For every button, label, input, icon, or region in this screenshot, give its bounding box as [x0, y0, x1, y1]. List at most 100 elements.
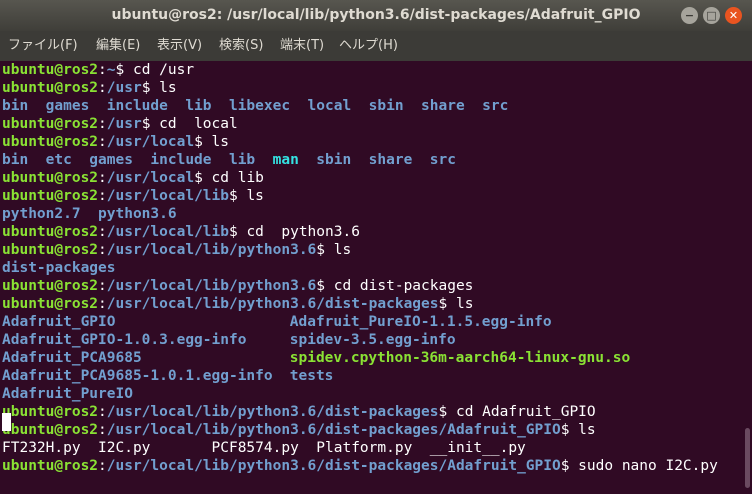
terminal-text: bin etc games include lib [2, 152, 273, 168]
terminal-text: /usr [106, 80, 142, 96]
terminal-text: $ ls [194, 134, 229, 150]
terminal-line: bin etc games include lib man sbin share… [2, 151, 456, 169]
terminal-line: bin games include lib libexec local sbin… [2, 97, 508, 115]
terminal-text: /usr [106, 116, 142, 132]
terminal-line: ubuntu@ros2:/usr/local$ cd lib [2, 169, 264, 187]
terminal-line: Adafruit_GPIO Adafruit_PureIO-1.1.5.egg-i… [2, 313, 552, 331]
terminal-text: : [98, 458, 107, 474]
terminal-line: python2.7 python3.6 [2, 205, 177, 223]
terminal-text: : [98, 188, 107, 204]
terminal-text: $ cd python3.6 [228, 224, 360, 240]
terminal-text: : [98, 224, 107, 240]
terminal-text: /usr/local [106, 170, 195, 186]
terminal-text: /usr/local/lib/python3.6/dist-packages/A… [106, 422, 561, 438]
terminal-text: /usr/local/lib/python3.6 [106, 278, 317, 294]
terminal-line: ubuntu@ros2:/usr/local/lib$ cd python3.6 [2, 223, 360, 241]
menu-edit[interactable]: 編集(E) [96, 31, 140, 61]
terminal-text: : [98, 404, 107, 420]
terminal-text: spidev-3.5.egg-info [289, 332, 456, 348]
terminal-line: ubuntu@ros2:/usr$ ls [2, 79, 177, 97]
terminal-line: ubuntu@ros2:/usr/local/lib/python3.6/dis… [2, 403, 596, 421]
terminal-text: dist-packages [2, 260, 116, 276]
terminal-line: Adafruit_PCA9685 spidev.cpython-36m-aarch… [2, 349, 630, 367]
terminal-text: $ ls [438, 296, 474, 312]
terminal-text: : [98, 422, 107, 438]
terminal-line: ubuntu@ros2:/usr/local/lib/python3.6/dis… [2, 295, 473, 313]
terminal-text: FT232H.py I2C.py PCF8574.py Platform.py … [2, 440, 526, 456]
terminal-text: /usr/local/lib/python3.6/dist-packages/A… [106, 458, 561, 474]
terminal-text: : [98, 62, 107, 78]
terminal-text: ubuntu@ros2 [2, 242, 99, 258]
menu-terminal[interactable]: 端末(T) [280, 31, 324, 61]
terminal-text: $ ls [316, 242, 352, 258]
terminal-text: ubuntu@ros2 [2, 116, 99, 132]
terminal-line: dist-packages [2, 259, 116, 277]
title-bar[interactable]: ubuntu@ros2: /usr/local/lib/python3.6/di… [0, 0, 752, 31]
terminal-line: ubuntu@ros2:/usr$ cd local [2, 115, 238, 133]
terminal-text: ubuntu@ros2 [2, 134, 99, 150]
terminal-text: ubuntu@ros2 [2, 404, 99, 420]
terminal-text: Adafruit_GPIO [2, 314, 116, 330]
terminal-text: : [98, 170, 107, 186]
terminal-text: Adafruit_PureIO-1.1.5.egg-info [289, 314, 552, 330]
terminal-text: spidev.cpython-36m-aarch64-linux-gnu.so [289, 350, 631, 366]
terminal-text: $ cd Adafruit_GPIO [438, 404, 596, 420]
terminal-text: /usr/local/lib [106, 224, 229, 240]
terminal-line: ubuntu@ros2:/usr/local/lib/python3.6/dis… [2, 421, 596, 439]
window-controls: − □ ✕ [681, 7, 742, 24]
menu-file[interactable]: ファイル(F) [8, 31, 78, 61]
terminal-text: : [98, 242, 107, 258]
terminal-cursor [2, 413, 11, 431]
terminal-text: bin games include lib libexec local sbin… [2, 98, 509, 114]
terminal-text: $ ls [560, 422, 596, 438]
menu-help[interactable]: ヘルプ(H) [339, 31, 398, 61]
terminal-text: $ sudo nano I2C.py [560, 458, 718, 474]
terminal-text: Adafruit_PCA9685 [2, 350, 142, 366]
terminal-line: ubuntu@ros2:/usr/local/lib/python3.6$ cd… [2, 277, 473, 295]
terminal-line: Adafruit_PCA9685-1.0.1.egg-info tests [2, 367, 333, 385]
terminal-text: : [98, 134, 107, 150]
terminal-text: $ cd dist-packages [316, 278, 474, 294]
terminal-window: ubuntu@ros2: /usr/local/lib/python3.6/di… [0, 0, 752, 494]
terminal-text: $ cd /usr [115, 62, 195, 78]
terminal-text: : [98, 296, 107, 312]
terminal-line: ubuntu@ros2:/usr/local/lib/python3.6$ ls [2, 241, 351, 259]
terminal-line: Adafruit_PureIO [2, 385, 133, 403]
terminal-text: ubuntu@ros2 [2, 422, 99, 438]
menu-view[interactable]: 表示(V) [157, 31, 202, 61]
scrollbar[interactable] [740, 61, 752, 494]
terminal-text: /usr/local [106, 134, 195, 150]
terminal-text: sbin share src [298, 152, 456, 168]
terminal-text: ~ [106, 62, 116, 78]
window-title: ubuntu@ros2: /usr/local/lib/python3.6/di… [111, 7, 641, 23]
terminal-text: ubuntu@ros2 [2, 170, 99, 186]
terminal-text: ubuntu@ros2 [2, 296, 99, 312]
close-icon[interactable]: ✕ [725, 7, 742, 24]
terminal-text: ubuntu@ros2 [2, 224, 99, 240]
minimize-icon[interactable]: − [681, 7, 698, 24]
terminal-output[interactable]: ubuntu@ros2:~$ cd /usr ubuntu@ros2:/usr$ … [0, 61, 740, 494]
scrollbar-thumb[interactable] [745, 428, 750, 488]
terminal-text: /usr/local/lib/python3.6 [106, 242, 317, 258]
terminal-text: : [98, 80, 107, 96]
terminal-text: python2.7 python3.6 [2, 206, 177, 222]
terminal-text: /usr/local/lib [106, 188, 229, 204]
terminal-text: ubuntu@ros2 [2, 80, 99, 96]
terminal-text: /usr/local/lib/python3.6/dist-packages [106, 296, 439, 312]
terminal-text: $ ls [228, 188, 264, 204]
terminal-line: ubuntu@ros2:/usr/local/lib$ ls [2, 187, 264, 205]
terminal-text: Adafruit_PureIO [2, 386, 133, 402]
terminal-text: : [98, 116, 107, 132]
terminal-text: ubuntu@ros2 [2, 458, 99, 474]
terminal-line: FT232H.py I2C.py PCF8574.py Platform.py … [2, 439, 526, 457]
terminal-line: ubuntu@ros2:/usr/local/lib/python3.6/dis… [2, 457, 718, 475]
menu-search[interactable]: 検索(S) [219, 31, 263, 61]
terminal-line: ubuntu@ros2:~$ cd /usr [2, 61, 194, 79]
terminal-text: tests [289, 368, 334, 384]
terminal-text: ubuntu@ros2 [2, 62, 99, 78]
terminal-text: Adafruit_GPIO-1.0.3.egg-info [2, 332, 247, 348]
terminal-text: $ cd local [141, 116, 238, 132]
terminal-text: ubuntu@ros2 [2, 188, 99, 204]
maximize-icon[interactable]: □ [703, 7, 720, 24]
terminal-text: $ cd lib [194, 170, 264, 186]
